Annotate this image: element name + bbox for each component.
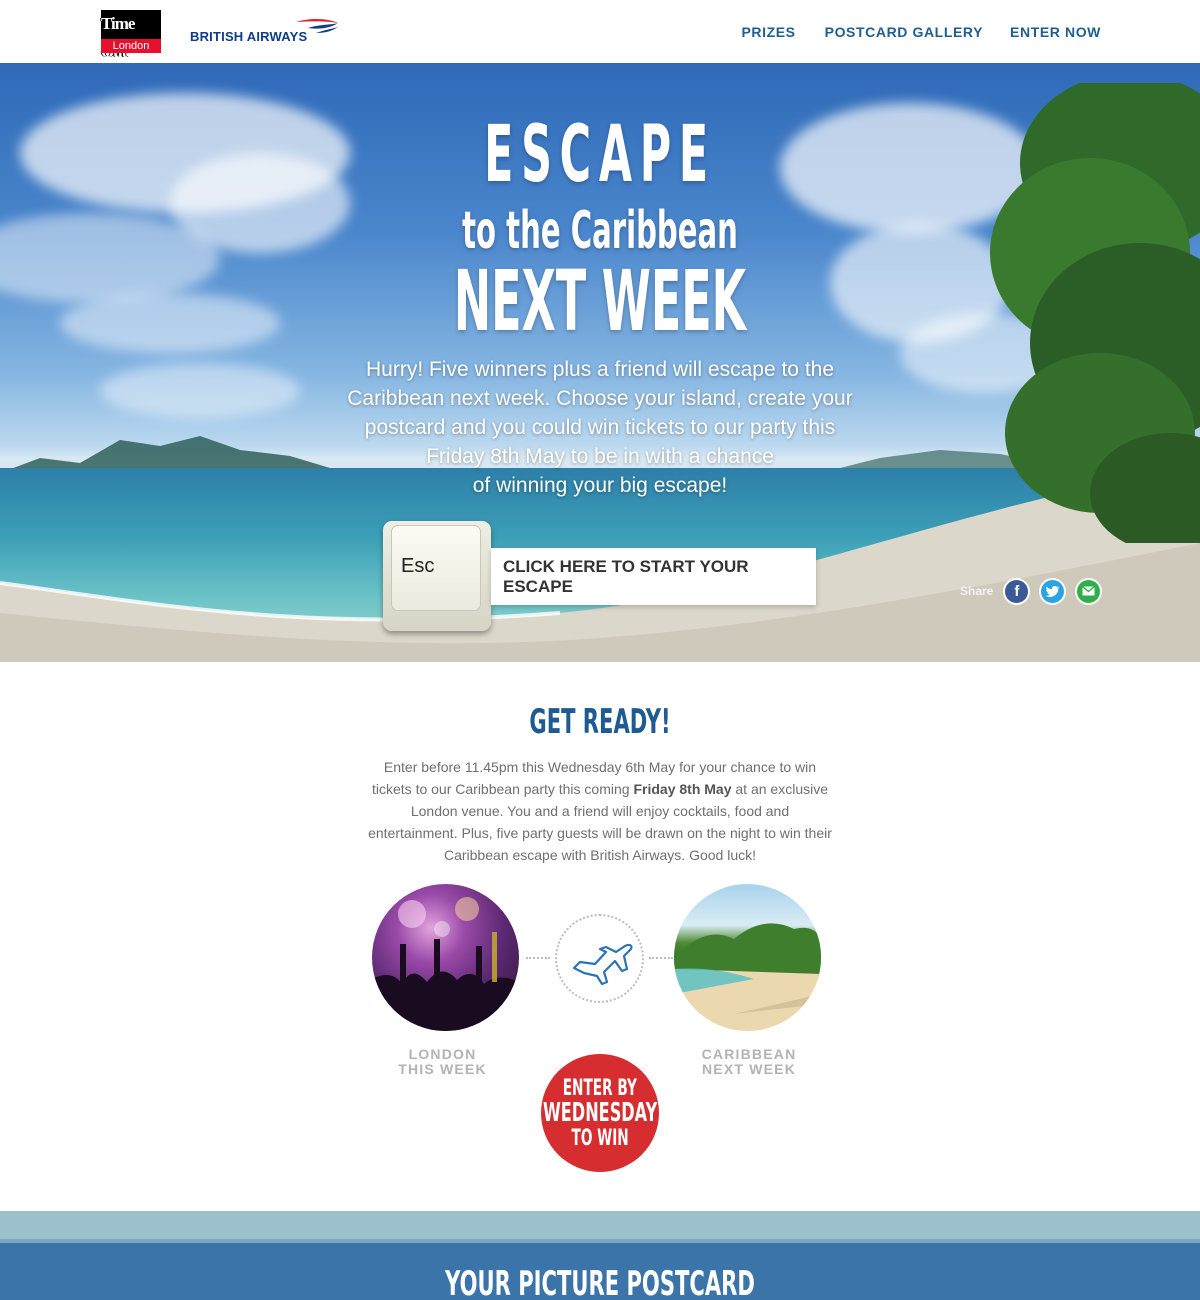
main-nav: PRIZES POSTCARD GALLERY ENTER NOW (741, 23, 1101, 41)
postcard-heading: YOUR PICTURE POSTCARD (445, 1264, 755, 1300)
caribbean-next-week-label: CARIBBEAN NEXT WEEK (676, 1047, 822, 1077)
esc-key-label: Esc (401, 555, 435, 577)
caribbean-beach-image (674, 884, 821, 1031)
esc-key-graphic[interactable]: Esc (383, 521, 491, 631)
hero-description-line: of winning your big escape! (472, 474, 728, 497)
nav-enter-now[interactable]: ENTER NOW (1010, 23, 1101, 41)
plane-icon-circle (555, 914, 644, 1003)
ba-logo-text: BRITISH AIRWAYS (190, 29, 308, 44)
twitter-icon[interactable] (1039, 577, 1067, 605)
speedmarque-icon (296, 19, 338, 33)
london-label-line: THIS WEEK (398, 1061, 487, 1077)
hero-description: Hurry! Five winners plus a friend will e… (330, 355, 870, 500)
london-label-line: LONDON (408, 1046, 477, 1062)
dotted-connector-left (526, 957, 550, 959)
badge-line: TO WIN (571, 1125, 629, 1151)
british-airways-logo[interactable]: BRITISH AIRWAYS (190, 18, 340, 48)
caribbean-label-line: CARIBBEAN (701, 1046, 797, 1062)
hero-description-line: Friday 8th May to be in with a chance (426, 445, 774, 468)
facebook-icon[interactable]: f (1003, 577, 1031, 605)
hero-trees (990, 83, 1200, 543)
enter-by-wednesday-badge[interactable]: ENTER BY WEDNESDAY TO WIN (541, 1054, 659, 1172)
hero-title-escape: ESCAPE (484, 110, 716, 200)
get-ready-date-highlight: Friday 8th May (633, 781, 732, 797)
share-label: Share (960, 584, 994, 598)
site-header: Time Out London BRITISH AIRWAYS PRIZES P… (0, 0, 1200, 63)
get-ready-heading: GET READY! (529, 702, 671, 742)
timeout-logo-subtext: London (101, 39, 161, 53)
dotted-connector-right (649, 957, 673, 959)
share-bar: Share f (960, 577, 1111, 605)
london-party-image (372, 884, 519, 1031)
hero-cloud (60, 293, 280, 353)
email-icon[interactable] (1075, 577, 1103, 605)
hero-title-next-week: NEXT WEEK (453, 252, 747, 350)
badge-line: WEDNESDAY (542, 1097, 658, 1128)
london-this-week-label: LONDON THIS WEEK (372, 1047, 513, 1077)
get-ready-description: Enter before 11.45pm this Wednesday 6th … (366, 756, 834, 866)
plane-icon (572, 943, 633, 986)
nav-prizes[interactable]: PRIZES (741, 23, 795, 41)
hero-description-line: Caribbean next week. Choose your island,… (347, 387, 853, 410)
hero-description-line: Hurry! Five winners plus a friend will e… (365, 358, 835, 381)
hero-description-line: postcard and you could win tickets to ou… (364, 416, 836, 439)
hero-cloud (100, 363, 300, 418)
timeout-london-logo[interactable]: Time Out London (101, 10, 161, 61)
start-escape-button[interactable]: CLICK HERE TO START YOUR ESCAPE (491, 548, 816, 605)
timeout-logo-text: Time Out (101, 14, 135, 61)
nav-postcard-gallery[interactable]: POSTCARD GALLERY (825, 23, 983, 41)
caribbean-label-line: NEXT WEEK (701, 1061, 797, 1077)
hero-banner: ESCAPE to the Caribbean NEXT WEEK Hurry!… (0, 63, 1200, 662)
